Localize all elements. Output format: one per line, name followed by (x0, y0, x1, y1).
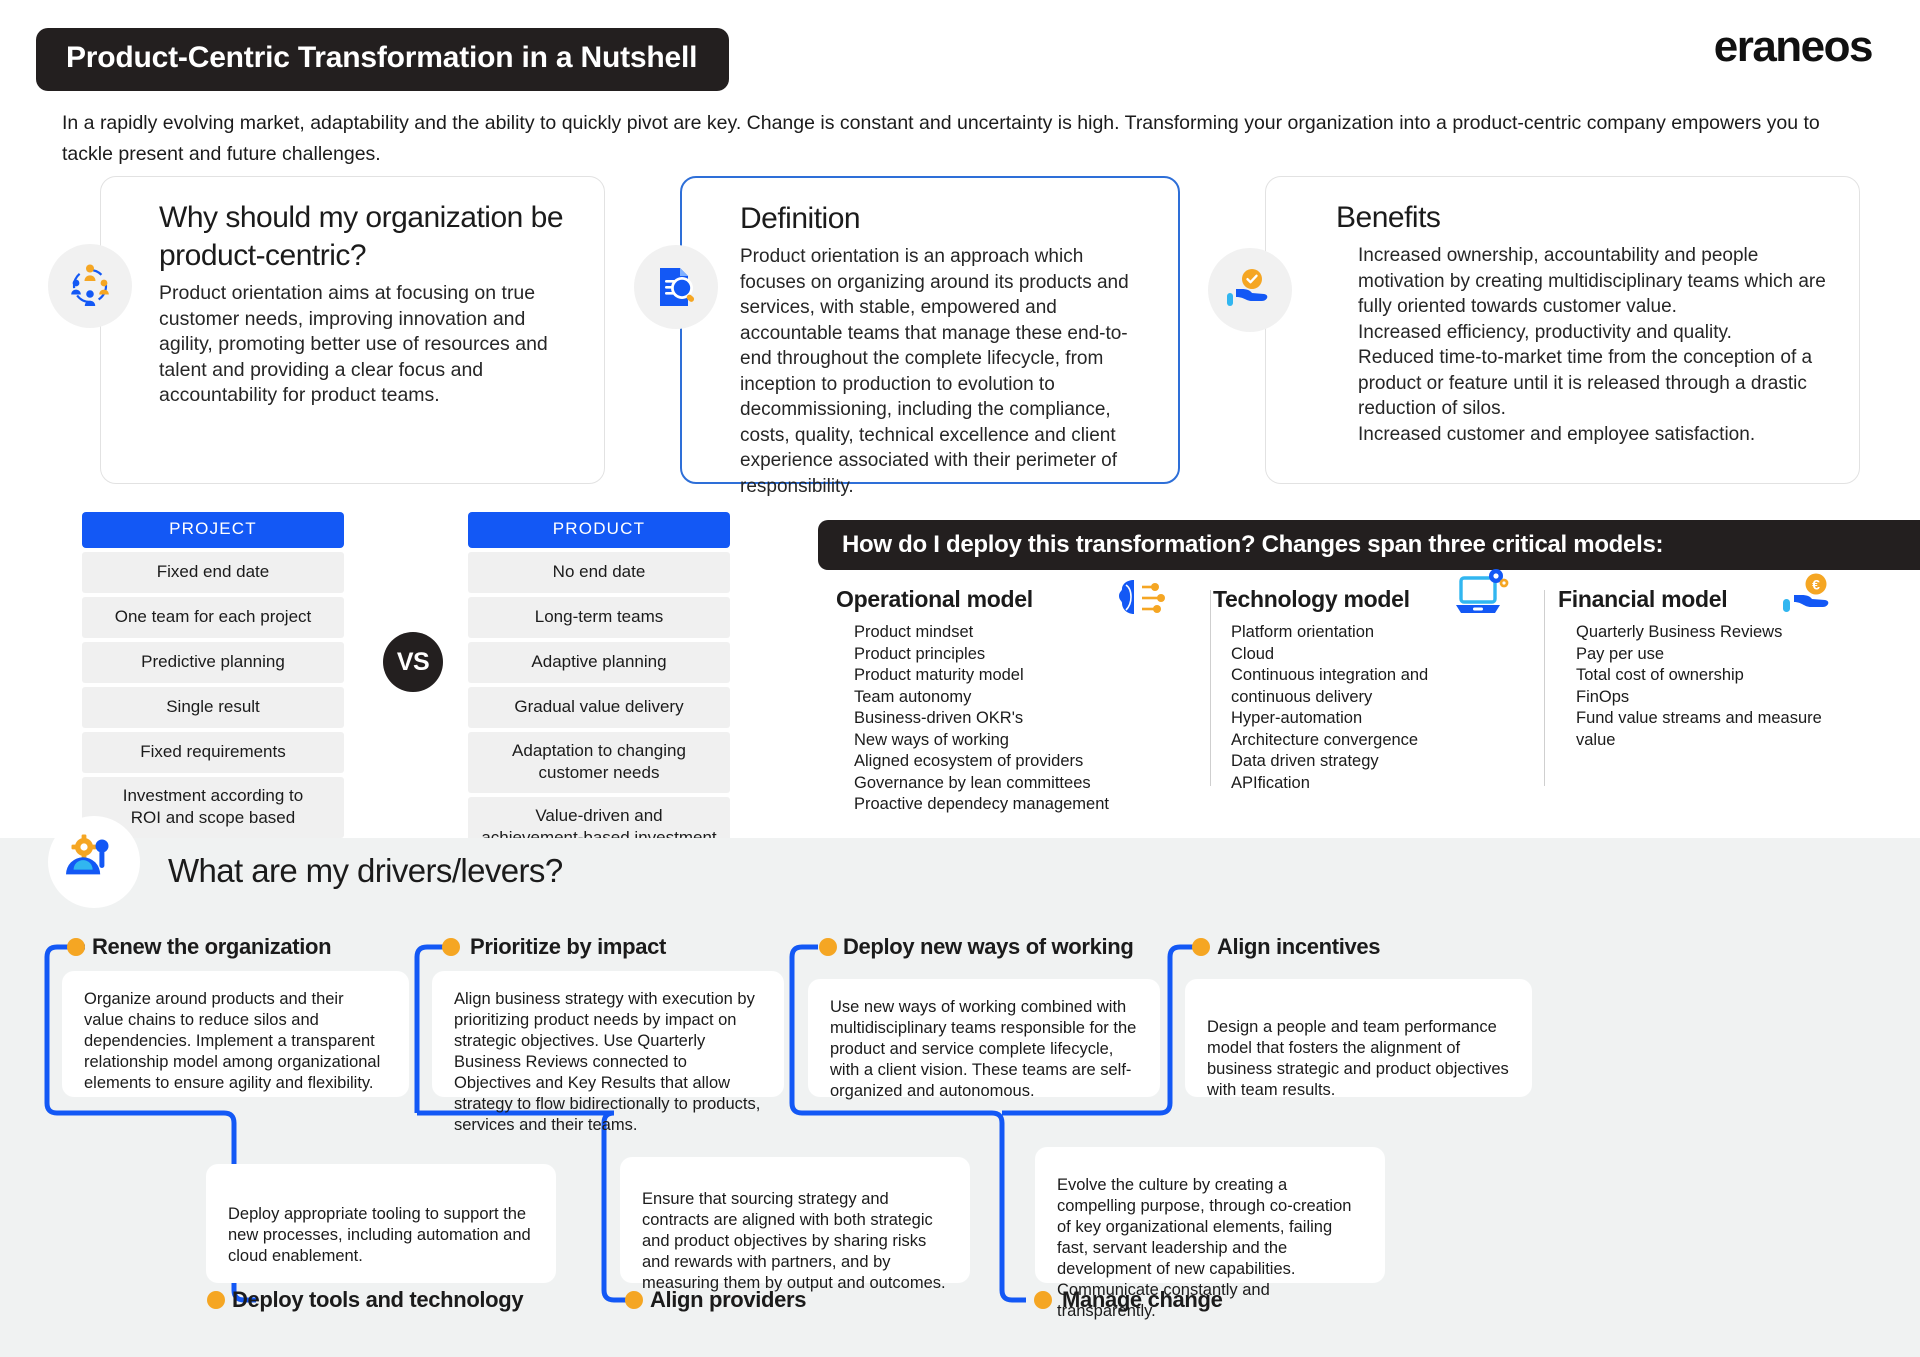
lever-card-manage-change: Evolve the culture by creating a compell… (1035, 1147, 1385, 1320)
table-row: Gradual value delivery (468, 687, 730, 728)
page-title: Product-Centric Transformation in a Nuts… (36, 28, 730, 91)
list-item: Pay per use (1576, 644, 1665, 663)
lever-title-prioritize-by-impact: Prioritize by impact (470, 934, 666, 959)
laptop-gear-icon (1451, 568, 1513, 627)
list-item: Fund value streams and measure (1576, 709, 1822, 727)
table-row: Fixed requirements (82, 732, 344, 773)
list-item: value (1576, 730, 1616, 749)
card-why-product-centric: Why should my organization be product-ce… (100, 176, 605, 484)
list-item: Product principles (854, 644, 986, 663)
card-benefits: Benefits Increased ownership, accountabi… (1265, 176, 1860, 484)
lever-title-deploy-new-ways-of-working: Deploy new ways of working (843, 934, 1134, 959)
table-row: Long-term teams (468, 597, 730, 638)
column-divider (1544, 590, 1545, 786)
model-financial: Financial model Quarterly Business Revie… (1558, 573, 1898, 751)
lever-text: Organize around products and their value… (84, 990, 381, 1092)
list-item: Hyper-automation (1231, 709, 1363, 727)
lever-card-align-incentives: Design a people and team performance mod… (1185, 979, 1532, 1099)
lever-card-align-providers: Ensure that sourcing strategy and contra… (620, 1157, 970, 1292)
column-divider (1210, 590, 1211, 786)
brain-circuit-icon (1108, 574, 1170, 633)
table-row: No end date (468, 552, 730, 593)
list-item: APIfication (1231, 773, 1310, 792)
list-item: Quarterly Business Reviews (1576, 623, 1783, 641)
list-item: FinOps (1576, 687, 1630, 706)
people-network-icon (48, 244, 132, 328)
list-item: Architecture convergence (1231, 730, 1419, 749)
document-search-icon (634, 245, 718, 329)
list-item: continuous delivery (1231, 687, 1373, 706)
models-columns: Operational model Product mindset Produc… (818, 569, 1920, 816)
card-body: Increased ownership, accountability and … (1358, 245, 1826, 445)
lever-text: Align business strategy with execution b… (454, 990, 761, 1134)
lever-title-align-incentives: Align incentives (1217, 934, 1381, 959)
list-item: Product maturity model (854, 666, 1024, 684)
levers-heading: What are my drivers/levers? (168, 852, 563, 889)
lever-text: Design a people and team performance mod… (1207, 1018, 1509, 1099)
table-row: Predictive planning (82, 642, 344, 683)
table-row: Adaptive planning (468, 642, 730, 683)
lever-card-prioritize-by-impact: Align business strategy with execution b… (432, 971, 784, 1134)
vs-badge: VS (383, 632, 443, 692)
card-body: Product orientation aims at focusing on … (159, 282, 548, 406)
svg-text:€: € (1812, 577, 1820, 593)
brand-logo: eraneos (1713, 22, 1874, 71)
card-body: Product orientation is an approach which… (740, 246, 1129, 497)
column-header-product: PRODUCT (468, 512, 730, 548)
lever-title-renew-the-organization: Renew the organization (92, 934, 332, 959)
infographic-root: Product-Centric Transformation in a Nuts… (0, 0, 1920, 1357)
list-item: Team autonomy (854, 687, 972, 706)
list-item: Continuous integration and (1231, 666, 1429, 684)
list-item: Governance by lean committees (854, 773, 1091, 792)
models-banner: How do I deploy this transformation? Cha… (818, 520, 1920, 570)
list-item: Data driven strategy (1231, 752, 1379, 770)
list-item: Business-driven OKR's (854, 709, 1024, 727)
card-heading: Why should my organization be product-ce… (159, 201, 564, 272)
lever-card-deploy-new-ways-of-working: Use new ways of working combined with mu… (808, 979, 1160, 1100)
model-title: Financial model (1558, 586, 1728, 612)
table-row: One team for each project (82, 597, 344, 638)
list-item: New ways of working (854, 730, 1009, 749)
lever-text: Ensure that sourcing strategy and contra… (642, 1190, 946, 1292)
hand-check-icon (1208, 248, 1292, 332)
card-heading: Benefits (1336, 201, 1441, 234)
list-item: Total cost of ownership (1576, 666, 1744, 684)
model-operational: Operational model Product mindset Produc… (836, 580, 1192, 816)
project-column: PROJECT Fixed end date One team for each… (82, 512, 344, 838)
lever-card-renew-the-organization: Organize around products and their value… (62, 971, 409, 1097)
table-row: Single result (82, 687, 344, 728)
gear-person-icon (48, 816, 140, 908)
lever-title-align-providers: Align providers (650, 1287, 807, 1312)
lever-title-deploy-tools-and-technology: Deploy tools and technology (232, 1287, 524, 1312)
model-technology: Technology model Platform orientation Cl… (1213, 569, 1533, 794)
list-item: Cloud (1231, 644, 1275, 663)
table-row: Adaptation to changing customer needs (468, 732, 730, 793)
lever-title-manage-change: Manage change (1062, 1287, 1223, 1312)
card-definition: Definition Product orientation is an app… (680, 176, 1180, 497)
lever-card-deploy-tools-and-technology: Deploy appropriate tooling to support th… (206, 1164, 556, 1283)
column-header-project: PROJECT (82, 512, 344, 548)
intro-paragraph: In a rapidly evolving market, adaptabili… (62, 112, 1820, 165)
list-item: Aligned ecosystem of providers (854, 752, 1084, 770)
hand-euro-icon: € (1780, 572, 1844, 627)
lever-text: Deploy appropriate tooling to support th… (228, 1205, 531, 1265)
concept-cards: Why should my organization be product-ce… (0, 176, 1920, 497)
list-item: Proactive dependecy management (854, 795, 1109, 813)
product-column: PRODUCT No end date Long-term teams Adap… (468, 512, 730, 858)
lever-text: Use new ways of working combined with mu… (830, 998, 1137, 1100)
table-row: Fixed end date (82, 552, 344, 593)
card-heading: Definition (740, 202, 861, 235)
